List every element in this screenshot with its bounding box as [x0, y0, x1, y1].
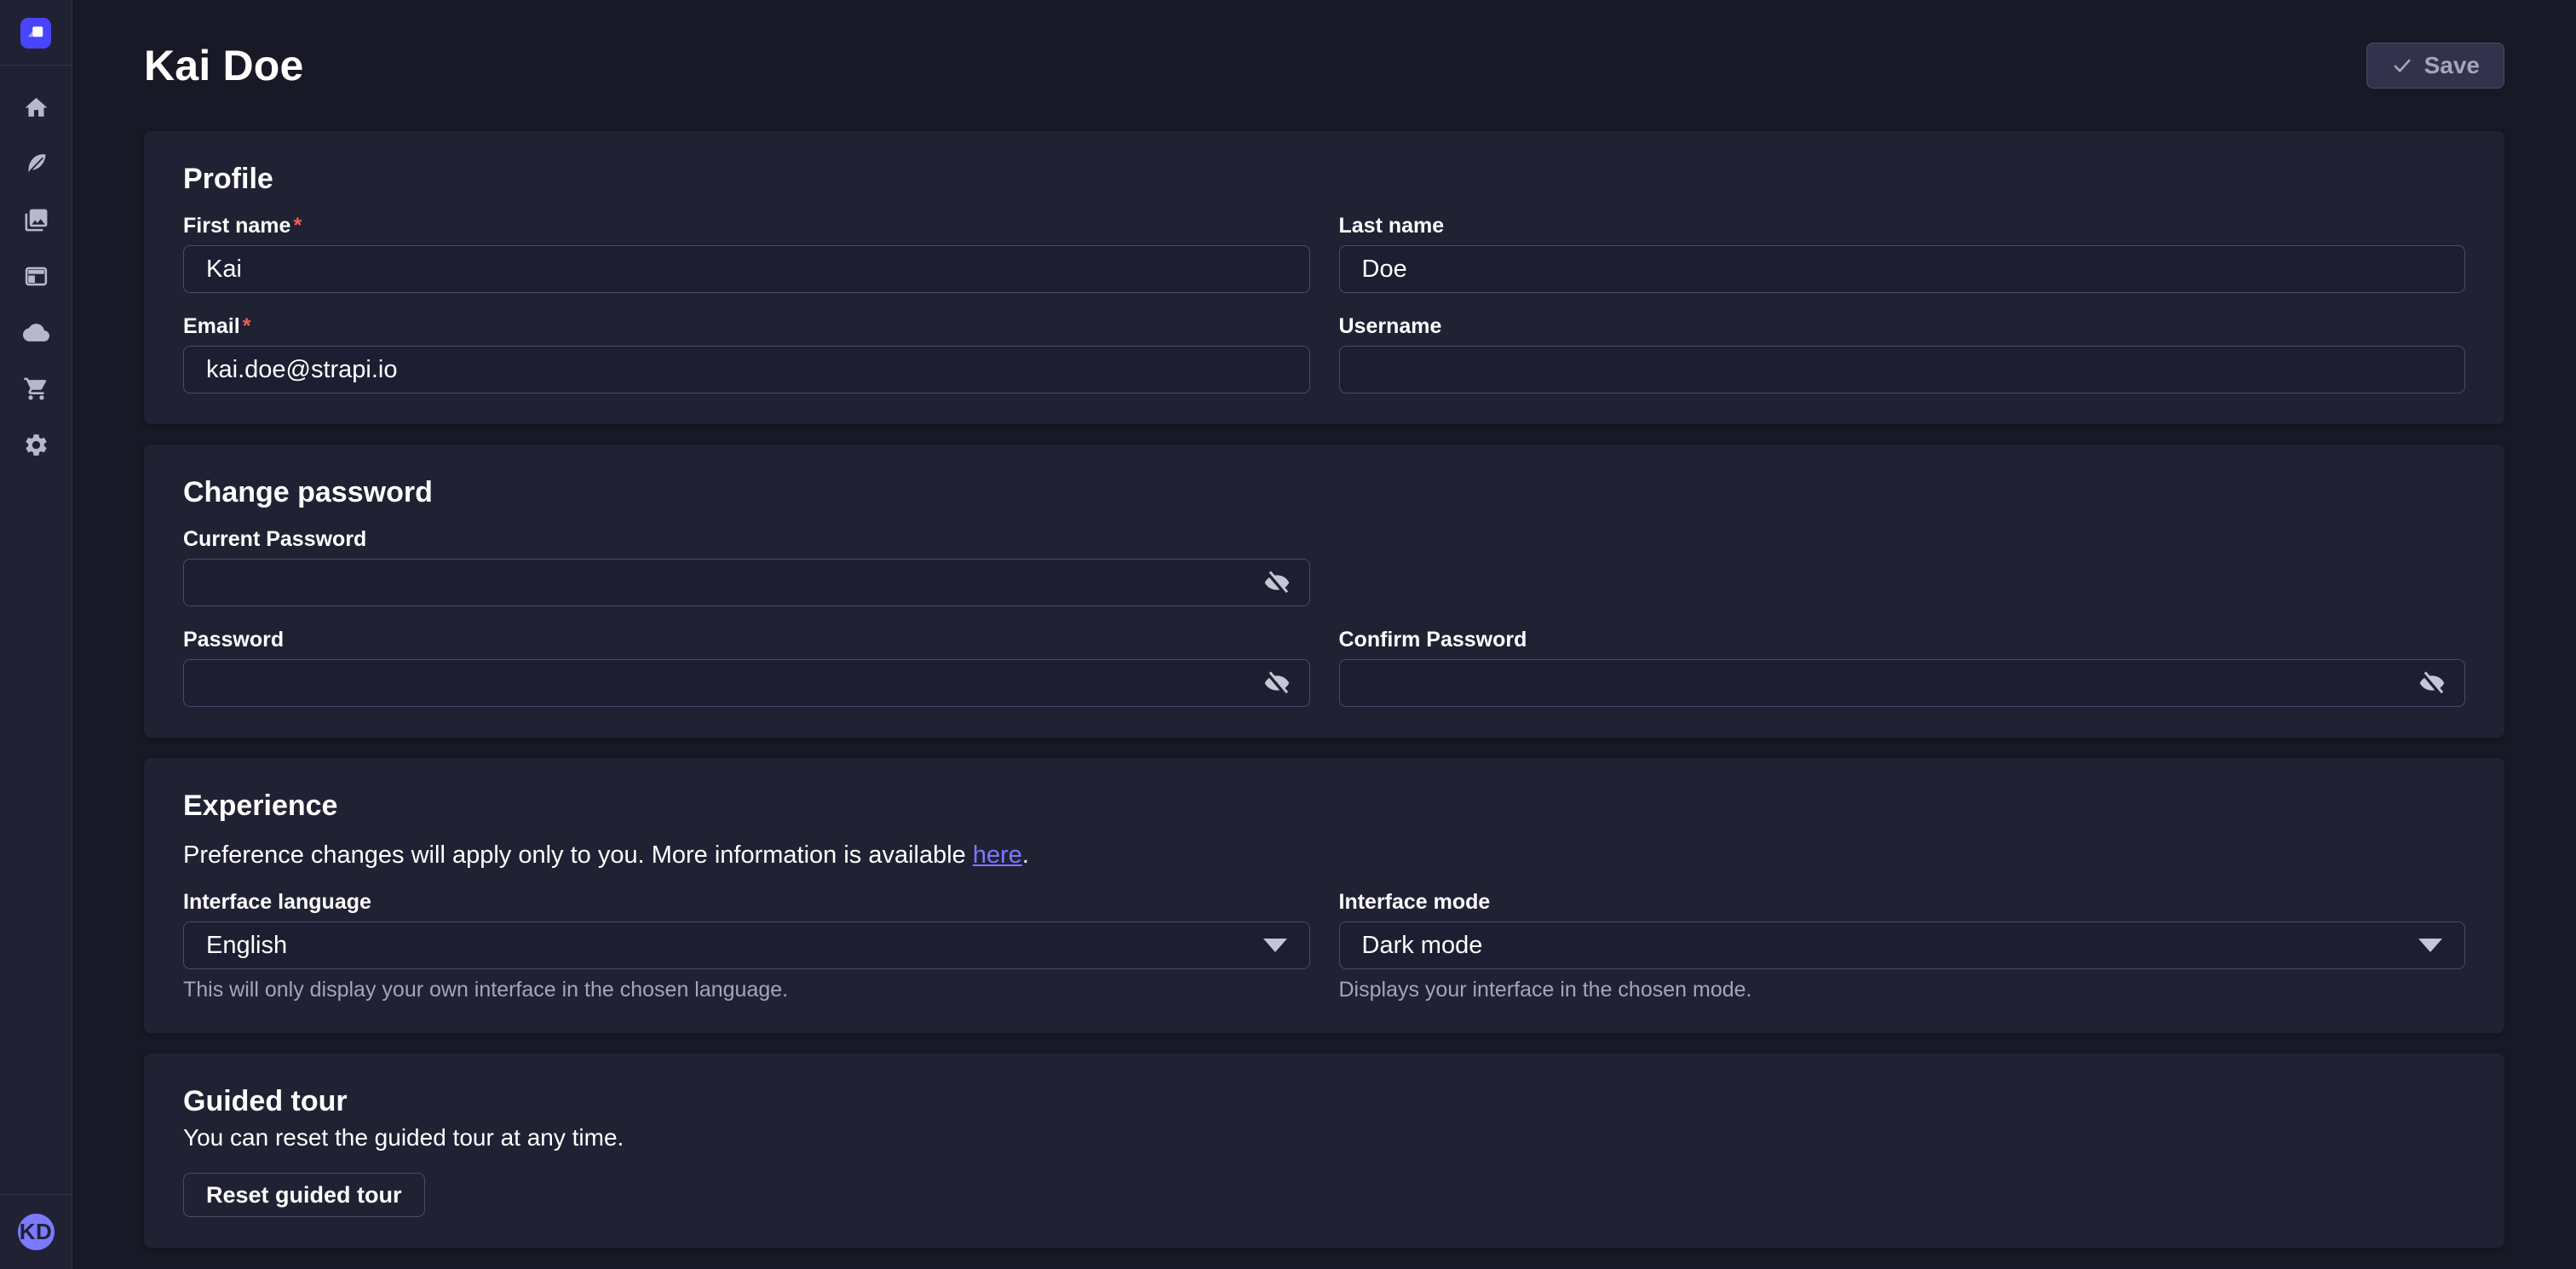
eye-off-icon — [1263, 569, 1291, 596]
interface-language-select[interactable]: English — [183, 922, 1310, 969]
last-name-input[interactable] — [1339, 245, 2466, 293]
gear-icon — [23, 432, 49, 458]
required-mark: * — [243, 314, 251, 338]
interface-mode-select[interactable]: Dark mode — [1339, 922, 2466, 969]
interface-language-field: Interface language English This will onl… — [183, 889, 1310, 1002]
new-password-label: Password — [183, 627, 1310, 652]
settings-cards: Profile First name* Last name Email* — [144, 131, 2504, 1248]
chevron-down-icon — [2418, 939, 2442, 952]
main-sidebar: KD — [0, 0, 72, 1269]
username-label: Username — [1339, 313, 2466, 339]
new-password-input[interactable] — [183, 659, 1310, 707]
last-name-label: Last name — [1339, 213, 2466, 238]
current-password-input[interactable] — [183, 559, 1310, 606]
experience-card-title: Experience — [183, 789, 2465, 823]
page-header: Kai Doe Save — [144, 0, 2504, 90]
interface-mode-label: Interface mode — [1339, 889, 2466, 915]
guided-tour-card: Guided tour You can reset the guided tou… — [144, 1054, 2504, 1248]
sidebar-item-deploy[interactable] — [0, 304, 72, 360]
confirm-password-input[interactable] — [1339, 659, 2466, 707]
user-avatar[interactable]: KD — [18, 1214, 55, 1250]
password-grid: Current Password — [183, 526, 2465, 707]
cloud-icon — [23, 319, 49, 346]
profile-card-title: Profile — [183, 162, 2465, 196]
confirm-password-field: Confirm Password — [1339, 627, 2466, 707]
guided-tour-title: Guided tour — [183, 1084, 2465, 1118]
layout-icon — [23, 263, 49, 290]
interface-mode-hint: Displays your interface in the chosen mo… — [1339, 977, 2466, 1002]
sidebar-nav — [0, 66, 72, 473]
cart-icon — [23, 376, 49, 402]
interface-language-value: English — [206, 932, 287, 960]
email-field: Email* — [183, 313, 1310, 393]
strapi-admin: KD Kai Doe Save Profile First name* — [0, 0, 2576, 1269]
experience-grid: Interface language English This will onl… — [183, 889, 2465, 1002]
profile-card: Profile First name* Last name Email* — [144, 131, 2504, 424]
reset-guided-tour-button[interactable]: Reset guided tour — [183, 1173, 425, 1217]
sidebar-item-marketplace[interactable] — [0, 360, 72, 416]
change-password-title: Change password — [183, 475, 2465, 509]
sidebar-item-content-type-builder[interactable] — [0, 248, 72, 304]
toggle-current-password-visibility[interactable] — [1262, 568, 1291, 597]
images-icon — [23, 207, 49, 233]
username-field: Username — [1339, 313, 2466, 393]
required-mark: * — [293, 214, 302, 238]
page-title: Kai Doe — [144, 41, 304, 90]
first-name-label: First name* — [183, 213, 1310, 238]
sidebar-item-content-manager[interactable] — [0, 135, 72, 192]
home-icon — [23, 95, 49, 121]
main-content: Kai Doe Save Profile First name* Las — [72, 0, 2576, 1269]
eye-off-icon — [1263, 669, 1291, 697]
sidebar-item-media-library[interactable] — [0, 192, 72, 248]
sidebar-item-home[interactable] — [0, 79, 72, 135]
last-name-field: Last name — [1339, 213, 2466, 293]
interface-language-hint: This will only display your own interfac… — [183, 977, 1310, 1002]
sidebar-item-settings[interactable] — [0, 416, 72, 473]
more-info-link[interactable]: here — [973, 841, 1022, 869]
experience-description: Preference changes will apply only to yo… — [183, 840, 2465, 870]
sidebar-footer: KD — [0, 1194, 72, 1269]
feather-icon — [23, 151, 49, 177]
check-icon — [2391, 55, 2413, 77]
first-name-field: First name* — [183, 213, 1310, 293]
first-name-input[interactable] — [183, 245, 1310, 293]
toggle-confirm-password-visibility[interactable] — [2418, 669, 2447, 698]
strapi-logo-icon — [23, 20, 49, 46]
new-password-field: Password — [183, 627, 1310, 707]
password-grid-empty-cell — [1339, 526, 2466, 606]
confirm-password-label: Confirm Password — [1339, 627, 2466, 652]
interface-mode-field: Interface mode Dark mode Displays your i… — [1339, 889, 2466, 1002]
interface-mode-value: Dark mode — [1362, 932, 1483, 960]
username-input[interactable] — [1339, 346, 2466, 393]
email-label: Email* — [183, 313, 1310, 339]
toggle-new-password-visibility[interactable] — [1262, 669, 1291, 698]
change-password-card: Change password Current Password — [144, 445, 2504, 738]
current-password-label: Current Password — [183, 526, 1310, 552]
email-input[interactable] — [183, 346, 1310, 393]
save-button-label: Save — [2424, 52, 2480, 79]
chevron-down-icon — [1263, 939, 1287, 952]
profile-grid: First name* Last name Email* Username — [183, 213, 2465, 393]
save-button[interactable]: Save — [2366, 43, 2504, 89]
experience-card: Experience Preference changes will apply… — [144, 758, 2504, 1033]
eye-off-icon — [2418, 669, 2446, 697]
interface-language-label: Interface language — [183, 889, 1310, 915]
strapi-logo[interactable] — [20, 18, 51, 49]
current-password-field: Current Password — [183, 526, 1310, 606]
guided-tour-description: You can reset the guided tour at any tim… — [183, 1123, 2465, 1152]
